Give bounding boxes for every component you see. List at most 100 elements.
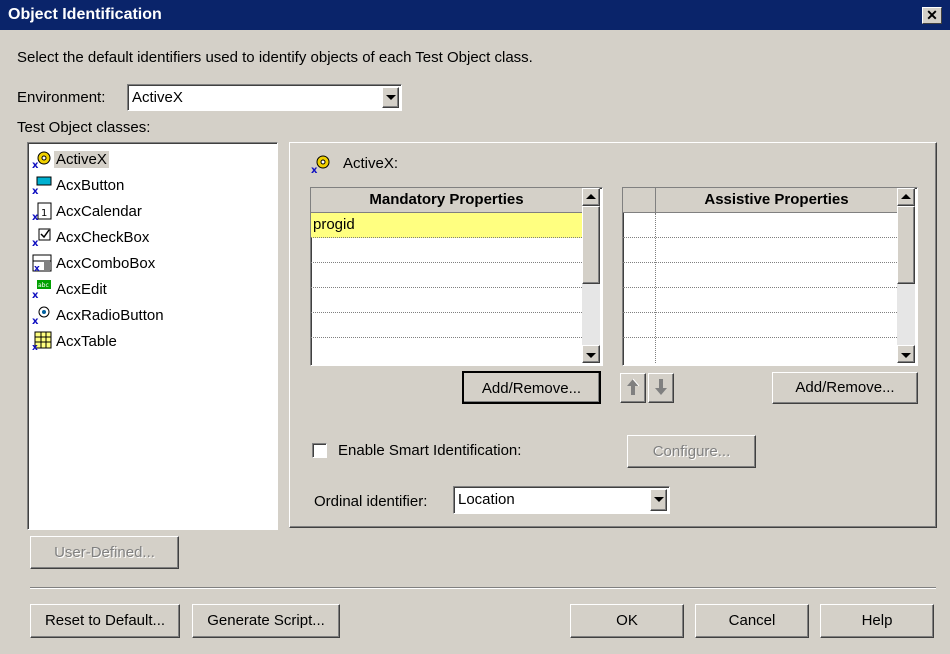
environment-dropdown-button[interactable] [382,87,399,108]
svg-text:x: x [32,316,39,325]
mandatory-row-value: progid [313,216,355,233]
user-defined-button[interactable]: User-Defined... [30,536,179,569]
chevron-down-icon [586,353,596,358]
scroll-thumb[interactable] [582,206,600,284]
description-text: Select the default identifiers used to i… [17,49,533,66]
assistive-properties-grid[interactable]: Assistive Properties [622,187,918,366]
assistive-row[interactable] [623,288,897,313]
tree-item-acxbutton[interactable]: x AcxButton [32,173,126,197]
mandatory-scrollbar[interactable] [582,188,600,363]
chevron-down-icon [654,497,664,502]
button-label: Reset to Default... [44,612,166,629]
tree-item-acxradiobutton[interactable]: x AcxRadioButton [32,303,166,327]
environment-value: ActiveX [132,89,183,106]
svg-text:x: x [32,212,39,221]
tree-item-acxcombobox[interactable]: x AcxComboBox [32,251,157,275]
separator [30,587,936,589]
scroll-up-button[interactable] [582,188,600,206]
mandatory-row[interactable] [311,263,582,288]
assistive-add-remove-button[interactable]: Add/Remove... [772,372,918,404]
object-identification-dialog: Object Identification ✕ Select the defau… [0,0,950,654]
ordinal-identifier-value: Location [458,491,515,508]
tree-item-acxedit[interactable]: abc x AcxEdit [32,277,109,301]
chevron-up-icon [586,194,596,199]
tree-item-activex[interactable]: x ActiveX [32,147,109,171]
ok-button[interactable]: OK [570,604,684,638]
tree-item-label: AcxEdit [56,280,107,298]
assistive-row[interactable] [623,238,897,263]
arrow-down-icon [653,377,669,401]
acx-checkbox-icon: x [32,227,52,249]
tree-item-label: AcxComboBox [56,254,156,272]
button-label: Add/Remove... [795,379,895,396]
chevron-down-icon [386,95,396,100]
button-label: Generate Script... [207,612,325,629]
configure-button[interactable]: Configure... [627,435,756,468]
environment-label: Environment: [17,89,106,106]
generate-script-button[interactable]: Generate Script... [192,604,340,638]
title-bar[interactable]: Object Identification ✕ [0,0,950,30]
tree-item-label: AcxCheckBox [56,228,150,246]
smart-identification-checkbox[interactable] [312,443,327,458]
ordinal-dropdown-button[interactable] [650,489,667,511]
column-divider [655,213,656,363]
button-label: User-Defined... [54,544,155,561]
environment-combo[interactable]: ActiveX [127,84,402,111]
assistive-row[interactable] [623,263,897,288]
acx-radiobutton-icon: x [32,305,52,327]
class-properties-panel: x ActiveX: Mandatory Properties progid A… [289,142,937,528]
scroll-down-button[interactable] [582,345,600,363]
mandatory-row[interactable] [311,238,582,263]
assistive-header: Assistive Properties [704,191,849,208]
assistive-header-bar: Assistive Properties [623,188,897,213]
close-button[interactable]: ✕ [922,7,942,24]
mandatory-row[interactable]: progid [311,213,582,238]
tree-item-acxcalendar[interactable]: 1x AcxCalendar [32,199,144,223]
scroll-down-button[interactable] [897,345,915,363]
cancel-button[interactable]: Cancel [695,604,809,638]
scroll-thumb[interactable] [897,206,915,284]
button-label: Add/Remove... [481,380,582,397]
svg-text:x: x [32,343,38,351]
classes-tree[interactable]: x ActiveX x AcxButton 1x AcxCalendar x A… [27,142,278,530]
assistive-scrollbar[interactable] [897,188,915,363]
tree-item-label: AcxRadioButton [56,306,164,324]
reset-to-default-button[interactable]: Reset to Default... [30,604,180,638]
scroll-up-button[interactable] [897,188,915,206]
chevron-up-icon [901,194,911,199]
smart-identification-label: Enable Smart Identification: [338,442,522,459]
window-title: Object Identification [8,6,162,23]
svg-text:x: x [311,165,318,175]
close-icon: ✕ [926,7,938,23]
tree-item-label: AcxTable [56,332,117,350]
svg-text:1: 1 [41,208,47,219]
button-label: Help [861,612,893,629]
assistive-row[interactable] [623,213,897,238]
tree-item-acxtable[interactable]: x AcxTable [32,329,119,353]
svg-text:x: x [32,290,39,299]
mandatory-row[interactable] [311,313,582,338]
tree-item-label: AcxCalendar [56,202,142,220]
activex-gear-icon: x [310,153,332,176]
move-up-button[interactable] [620,373,646,403]
acx-edit-icon: abc x [32,279,52,301]
button-label: Configure... [652,443,731,460]
mandatory-row[interactable] [311,288,582,313]
button-label: Cancel [728,612,776,629]
tree-item-label: AcxButton [56,176,125,194]
mandatory-header: Mandatory Properties [311,188,582,213]
svg-text:x: x [34,264,40,273]
help-button[interactable]: Help [820,604,934,638]
assistive-row[interactable] [623,313,897,338]
chevron-down-icon [901,353,911,358]
mandatory-row[interactable] [311,338,582,363]
assistive-row[interactable] [623,338,897,363]
move-down-button[interactable] [648,373,674,403]
mandatory-add-remove-button[interactable]: Add/Remove... [462,371,601,404]
selected-class-label: ActiveX: [343,155,399,172]
ordinal-identifier-combo[interactable]: Location [453,486,670,514]
acx-table-icon: x [32,331,52,353]
tree-item-label: ActiveX [54,150,109,168]
mandatory-properties-grid[interactable]: Mandatory Properties progid [310,187,603,366]
tree-item-acxcheckbox[interactable]: x AcxCheckBox [32,225,151,249]
